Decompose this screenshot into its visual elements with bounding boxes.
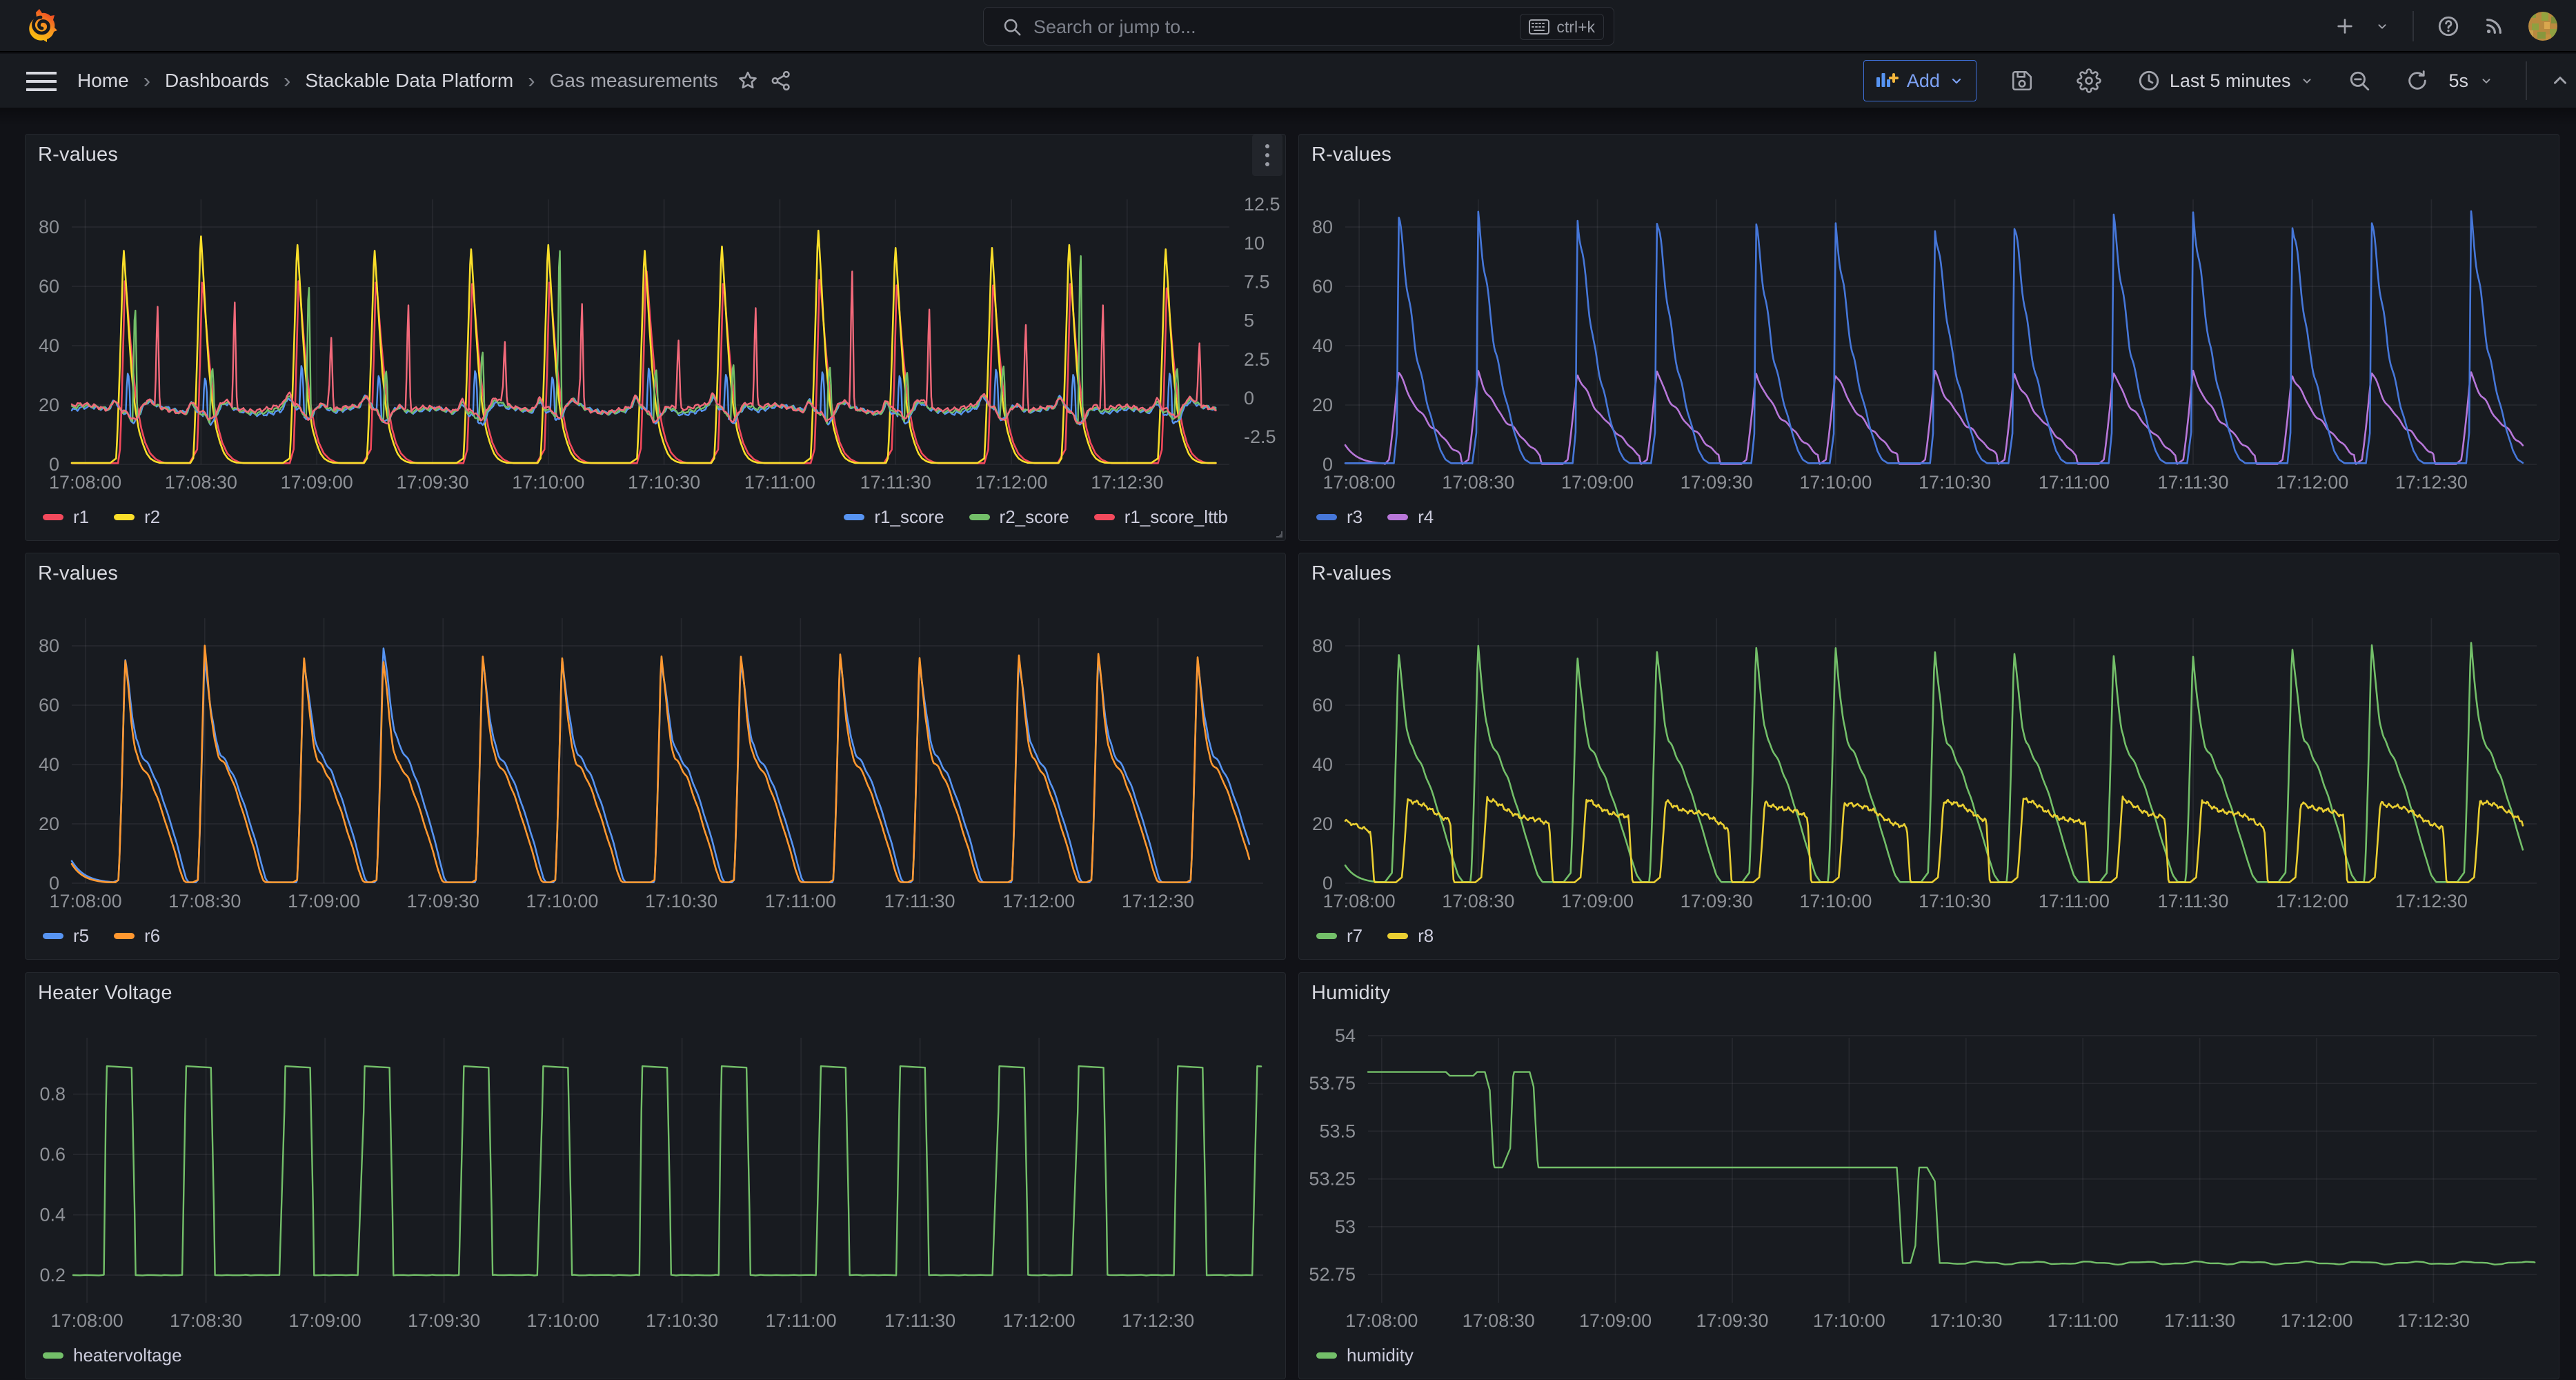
svg-text:20: 20	[39, 814, 59, 834]
svg-text:0.4: 0.4	[39, 1205, 66, 1225]
svg-text:40: 40	[1312, 335, 1333, 356]
svg-text:17:12:00: 17:12:00	[2276, 472, 2348, 493]
svg-text:17:11:30: 17:11:30	[884, 1310, 955, 1331]
svg-text:17:11:00: 17:11:00	[2039, 472, 2110, 493]
svg-text:17:10:00: 17:10:00	[1799, 891, 1872, 911]
svg-text:80: 80	[39, 217, 59, 237]
svg-text:60: 60	[39, 276, 59, 297]
svg-text:17:12:30: 17:12:30	[2397, 1310, 2470, 1331]
svg-text:0.8: 0.8	[39, 1084, 66, 1105]
svg-text:17:08:30: 17:08:30	[168, 891, 241, 911]
svg-text:10: 10	[1244, 233, 1265, 253]
svg-text:53: 53	[1335, 1216, 1356, 1237]
svg-text:17:08:30: 17:08:30	[165, 472, 237, 493]
svg-text:52.75: 52.75	[1309, 1264, 1356, 1285]
svg-text:17:11:30: 17:11:30	[2157, 891, 2228, 911]
svg-text:17:08:30: 17:08:30	[1442, 891, 1514, 911]
svg-text:17:10:30: 17:10:30	[1930, 1310, 2002, 1331]
svg-text:17:12:30: 17:12:30	[2395, 891, 2468, 911]
svg-text:17:10:00: 17:10:00	[526, 891, 598, 911]
svg-text:17:12:30: 17:12:30	[1122, 891, 1194, 911]
svg-text:17:11:30: 17:11:30	[860, 472, 931, 493]
svg-text:17:09:30: 17:09:30	[1681, 891, 1753, 911]
svg-text:40: 40	[39, 754, 59, 775]
svg-text:17:12:00: 17:12:00	[975, 472, 1047, 493]
svg-text:53.75: 53.75	[1309, 1073, 1356, 1094]
svg-text:17:08:00: 17:08:00	[49, 472, 121, 493]
svg-text:60: 60	[1312, 276, 1333, 297]
svg-text:53.25: 53.25	[1309, 1169, 1356, 1190]
svg-text:20: 20	[1312, 814, 1333, 834]
svg-text:17:11:30: 17:11:30	[884, 891, 955, 911]
svg-text:53.5: 53.5	[1319, 1121, 1356, 1141]
svg-text:0.6: 0.6	[39, 1144, 66, 1165]
svg-text:0: 0	[1244, 388, 1254, 408]
svg-text:80: 80	[39, 635, 59, 656]
svg-text:0.2: 0.2	[39, 1265, 66, 1285]
svg-text:17:09:30: 17:09:30	[407, 891, 479, 911]
svg-text:17:10:30: 17:10:30	[628, 472, 700, 493]
svg-text:17:10:30: 17:10:30	[1919, 891, 1991, 911]
svg-text:-2.5: -2.5	[1244, 426, 1276, 447]
svg-text:7.5: 7.5	[1244, 272, 1270, 293]
svg-text:17:08:00: 17:08:00	[1345, 1310, 1418, 1331]
svg-text:17:09:00: 17:09:00	[281, 472, 353, 493]
svg-text:60: 60	[1312, 695, 1333, 716]
svg-text:17:10:00: 17:10:00	[1799, 472, 1872, 493]
svg-text:17:11:30: 17:11:30	[2157, 472, 2228, 493]
svg-text:17:08:30: 17:08:30	[1442, 472, 1514, 493]
svg-text:80: 80	[1312, 635, 1333, 656]
svg-text:17:09:00: 17:09:00	[1561, 891, 1634, 911]
svg-text:17:08:30: 17:08:30	[1463, 1310, 1535, 1331]
svg-text:20: 20	[1312, 395, 1333, 415]
svg-text:60: 60	[39, 695, 59, 716]
svg-text:17:08:00: 17:08:00	[1323, 472, 1396, 493]
svg-text:17:11:00: 17:11:00	[2048, 1310, 2119, 1331]
svg-text:17:12:30: 17:12:30	[1091, 472, 1163, 493]
svg-text:17:08:30: 17:08:30	[170, 1310, 242, 1331]
svg-text:17:12:00: 17:12:00	[2276, 891, 2348, 911]
svg-text:17:11:30: 17:11:30	[2164, 1310, 2235, 1331]
svg-text:54: 54	[1335, 1025, 1356, 1046]
svg-text:17:12:30: 17:12:30	[2395, 472, 2468, 493]
svg-text:5: 5	[1244, 310, 1254, 331]
svg-text:20: 20	[39, 395, 59, 415]
svg-text:17:10:30: 17:10:30	[646, 1310, 718, 1331]
svg-text:17:10:00: 17:10:00	[512, 472, 584, 493]
svg-text:17:08:00: 17:08:00	[50, 891, 122, 911]
svg-text:17:09:00: 17:09:00	[1579, 1310, 1652, 1331]
svg-text:17:09:30: 17:09:30	[408, 1310, 480, 1331]
svg-text:12.5: 12.5	[1244, 194, 1280, 215]
svg-text:17:12:00: 17:12:00	[1002, 891, 1075, 911]
svg-text:17:09:00: 17:09:00	[288, 891, 360, 911]
svg-text:80: 80	[1312, 217, 1333, 237]
svg-text:17:11:00: 17:11:00	[2039, 891, 2110, 911]
svg-text:17:11:00: 17:11:00	[744, 472, 815, 493]
svg-text:17:12:00: 17:12:00	[1003, 1310, 1076, 1331]
svg-text:17:12:30: 17:12:30	[1122, 1310, 1194, 1331]
svg-text:17:11:00: 17:11:00	[766, 1310, 837, 1331]
svg-text:40: 40	[1312, 754, 1333, 775]
svg-text:17:08:00: 17:08:00	[1323, 891, 1396, 911]
svg-text:40: 40	[39, 335, 59, 356]
svg-text:17:09:30: 17:09:30	[1681, 472, 1753, 493]
svg-text:17:09:30: 17:09:30	[1696, 1310, 1768, 1331]
svg-text:17:08:00: 17:08:00	[51, 1310, 123, 1331]
svg-text:17:10:00: 17:10:00	[1813, 1310, 1885, 1331]
svg-text:17:10:00: 17:10:00	[527, 1310, 600, 1331]
svg-text:17:10:30: 17:10:30	[1919, 472, 1991, 493]
svg-text:17:11:00: 17:11:00	[765, 891, 836, 911]
svg-text:17:09:00: 17:09:00	[289, 1310, 361, 1331]
svg-text:17:09:00: 17:09:00	[1561, 472, 1634, 493]
svg-text:17:10:30: 17:10:30	[645, 891, 717, 911]
svg-text:17:09:30: 17:09:30	[396, 472, 468, 493]
svg-text:17:12:00: 17:12:00	[2280, 1310, 2352, 1331]
svg-text:2.5: 2.5	[1244, 349, 1270, 370]
